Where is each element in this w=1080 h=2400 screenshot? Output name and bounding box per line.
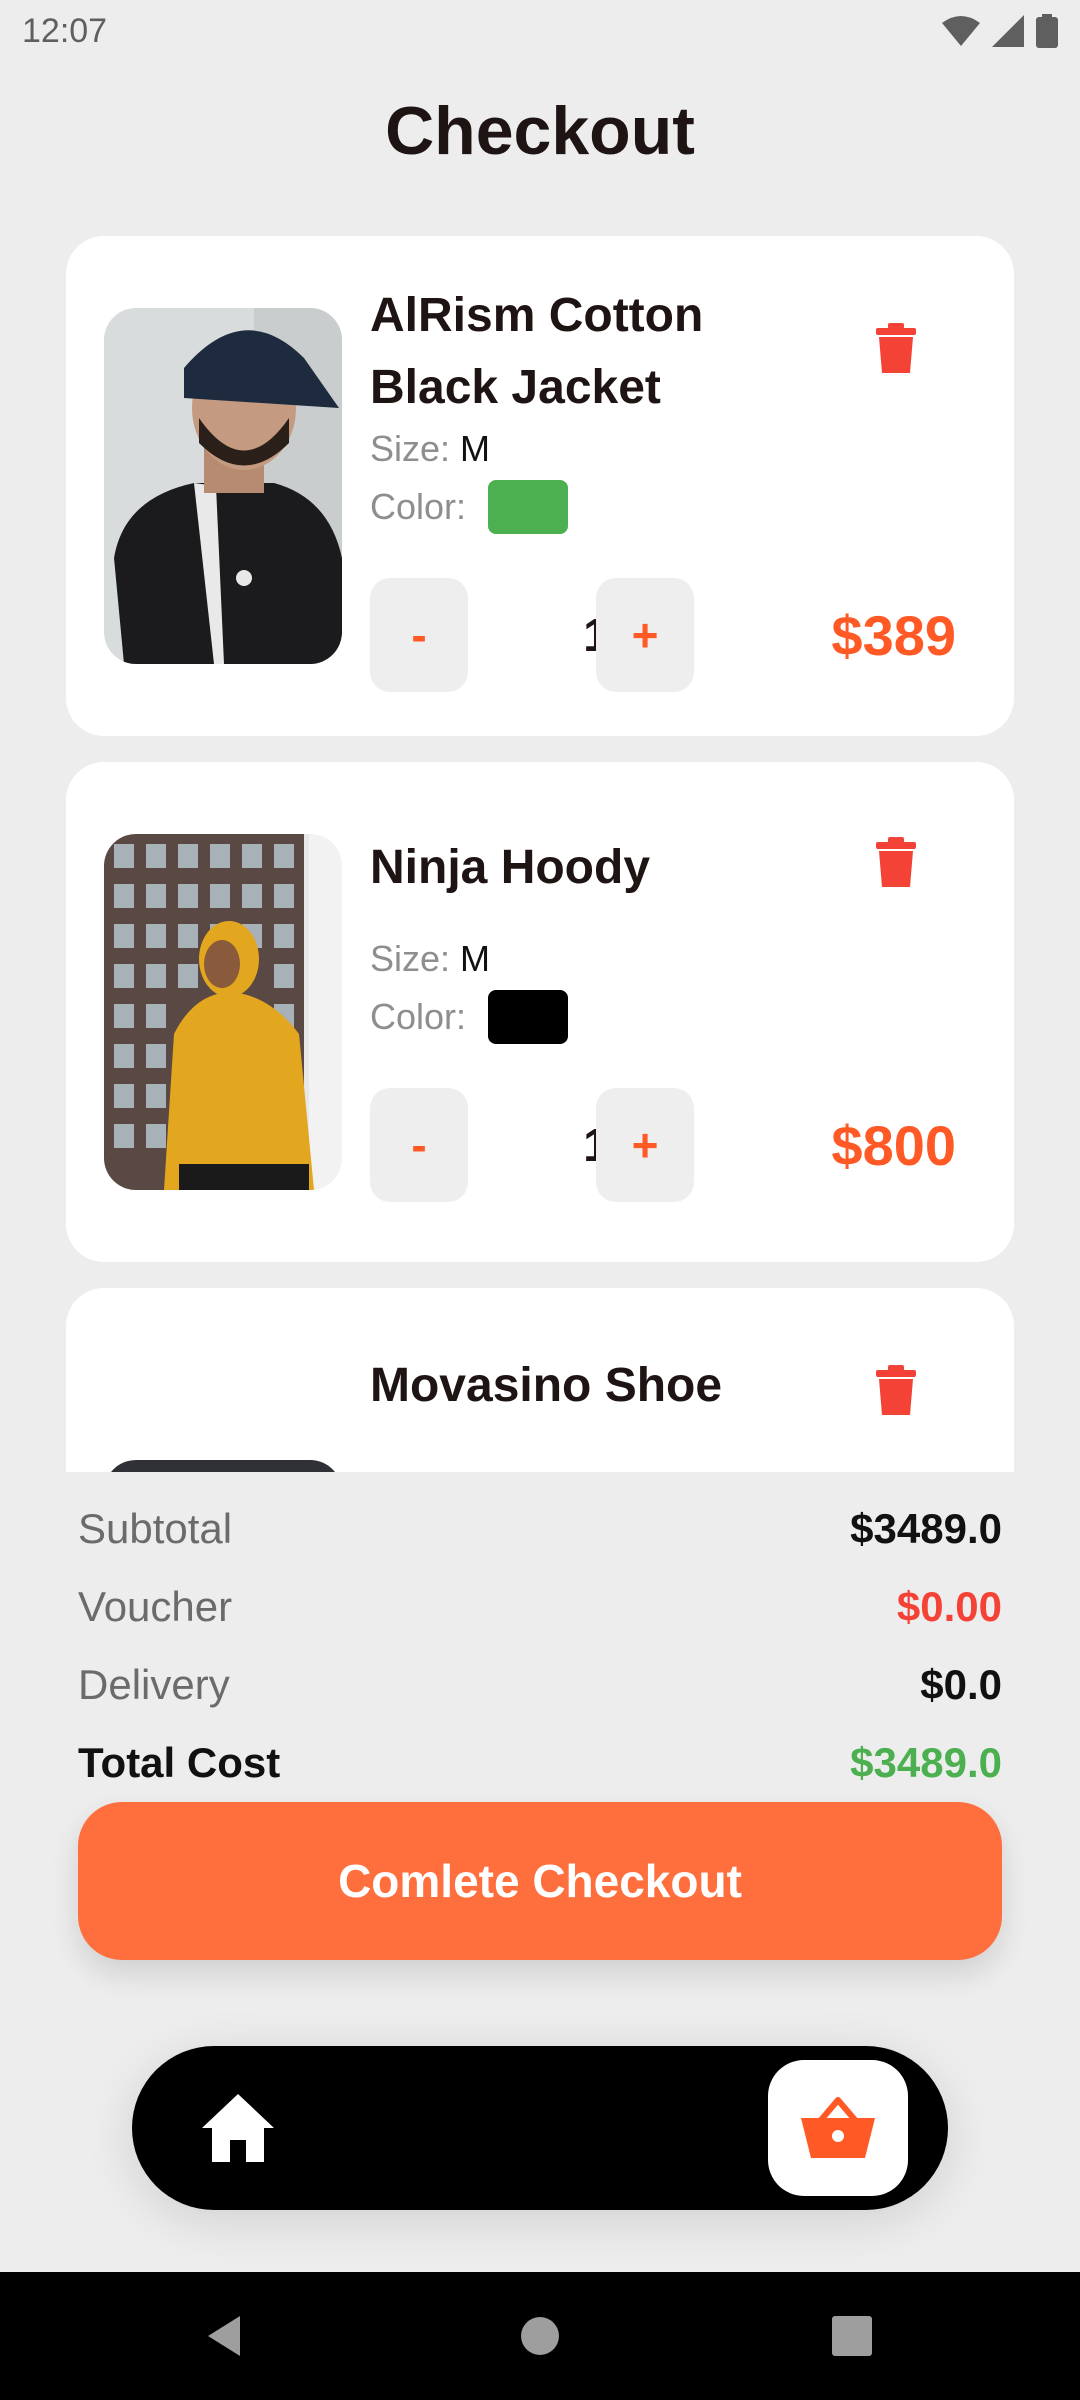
order-summary: Subtotal $3489.0 Voucher $0.00 Delivery … [78,1490,1002,1802]
voucher-row: Voucher $0.00 [78,1568,1002,1646]
nav-cart[interactable] [768,2060,908,2196]
cart-item: AlRism Cotton Black Jacket Size: M Color… [66,236,1014,736]
increment-button[interactable]: + [596,1088,694,1202]
bottom-nav [132,2046,948,2210]
man-in-yellow-hoodie-photo [104,834,342,1190]
shopping-basket-icon [801,2097,875,2158]
wifi-icon [942,16,980,46]
voucher-label: Voucher [78,1583,233,1630]
cart-item: Ninja Hoody Size: M Color: - 1 + $800 [66,762,1014,1262]
subtotal-value: $3489.0 [850,1505,1002,1552]
home-icon [202,2094,274,2162]
product-image [104,1460,342,1472]
total-value: $3489.0 [850,1739,1002,1786]
home-circle-icon[interactable] [516,2312,564,2360]
total-row: Total Cost $3489.0 [78,1724,1002,1802]
color-row: Color: [370,480,569,534]
product-name: Movasino Shoe [370,1359,723,1412]
delete-button[interactable] [866,832,926,892]
trash-icon [876,323,916,373]
item-price: $389 [831,603,956,667]
item-price: $800 [831,1113,956,1177]
voucher-value: $0.00 [896,1583,1002,1630]
color-swatch [488,480,569,534]
status-bar: 12:07 [0,0,1080,64]
size-row: Size: M [370,428,490,470]
delete-button[interactable] [866,318,926,378]
color-label: Color: [370,486,467,527]
size-label: Size: [370,428,451,469]
delete-button[interactable] [866,1360,926,1420]
complete-checkout-button[interactable]: Comlete Checkout [78,1802,1002,1960]
delivery-row: Delivery $0.0 [78,1646,1002,1724]
color-label: Color: [370,996,467,1037]
man-in-black-jacket-photo [104,308,342,664]
subtotal-row: Subtotal $3489.0 [78,1490,1002,1568]
shoe-photo [104,1460,342,1472]
checkout-screen: 12:07 Checkout AlRism Cotton Black Jacke… [0,0,1080,2400]
color-swatch [488,990,569,1044]
product-name: Ninja Hoody [370,841,651,894]
system-nav-bar [0,2272,1080,2400]
color-row: Color: [370,990,569,1044]
decrement-button[interactable]: - [370,578,468,692]
recents-icon[interactable] [828,2312,876,2360]
size-value: M [460,428,491,469]
decrement-button[interactable]: - [370,1088,468,1202]
total-label: Total Cost [78,1739,281,1786]
nav-home[interactable] [200,2092,276,2164]
subtotal-label: Subtotal [78,1505,233,1552]
status-icons [942,14,1058,48]
product-image [104,834,342,1190]
battery-icon [1036,14,1058,48]
product-image [104,308,342,664]
size-value: M [460,938,491,979]
size-label: Size: [370,938,451,979]
cart-list[interactable]: AlRism Cotton Black Jacket Size: M Color… [0,236,1080,1472]
delivery-value: $0.0 [920,1661,1002,1708]
status-time: 12:07 [22,12,108,50]
cart-item: Movasino Shoe [66,1288,1014,1472]
product-name: AlRism Cotton Black Jacket [370,289,704,414]
signal-icon [992,15,1024,47]
delivery-label: Delivery [78,1661,230,1708]
trash-icon [876,837,916,887]
page-title: Checkout [385,93,695,169]
increment-button[interactable]: + [596,578,694,692]
trash-icon [876,1365,916,1415]
size-row: Size: M [370,938,490,980]
back-icon[interactable] [202,2312,250,2360]
